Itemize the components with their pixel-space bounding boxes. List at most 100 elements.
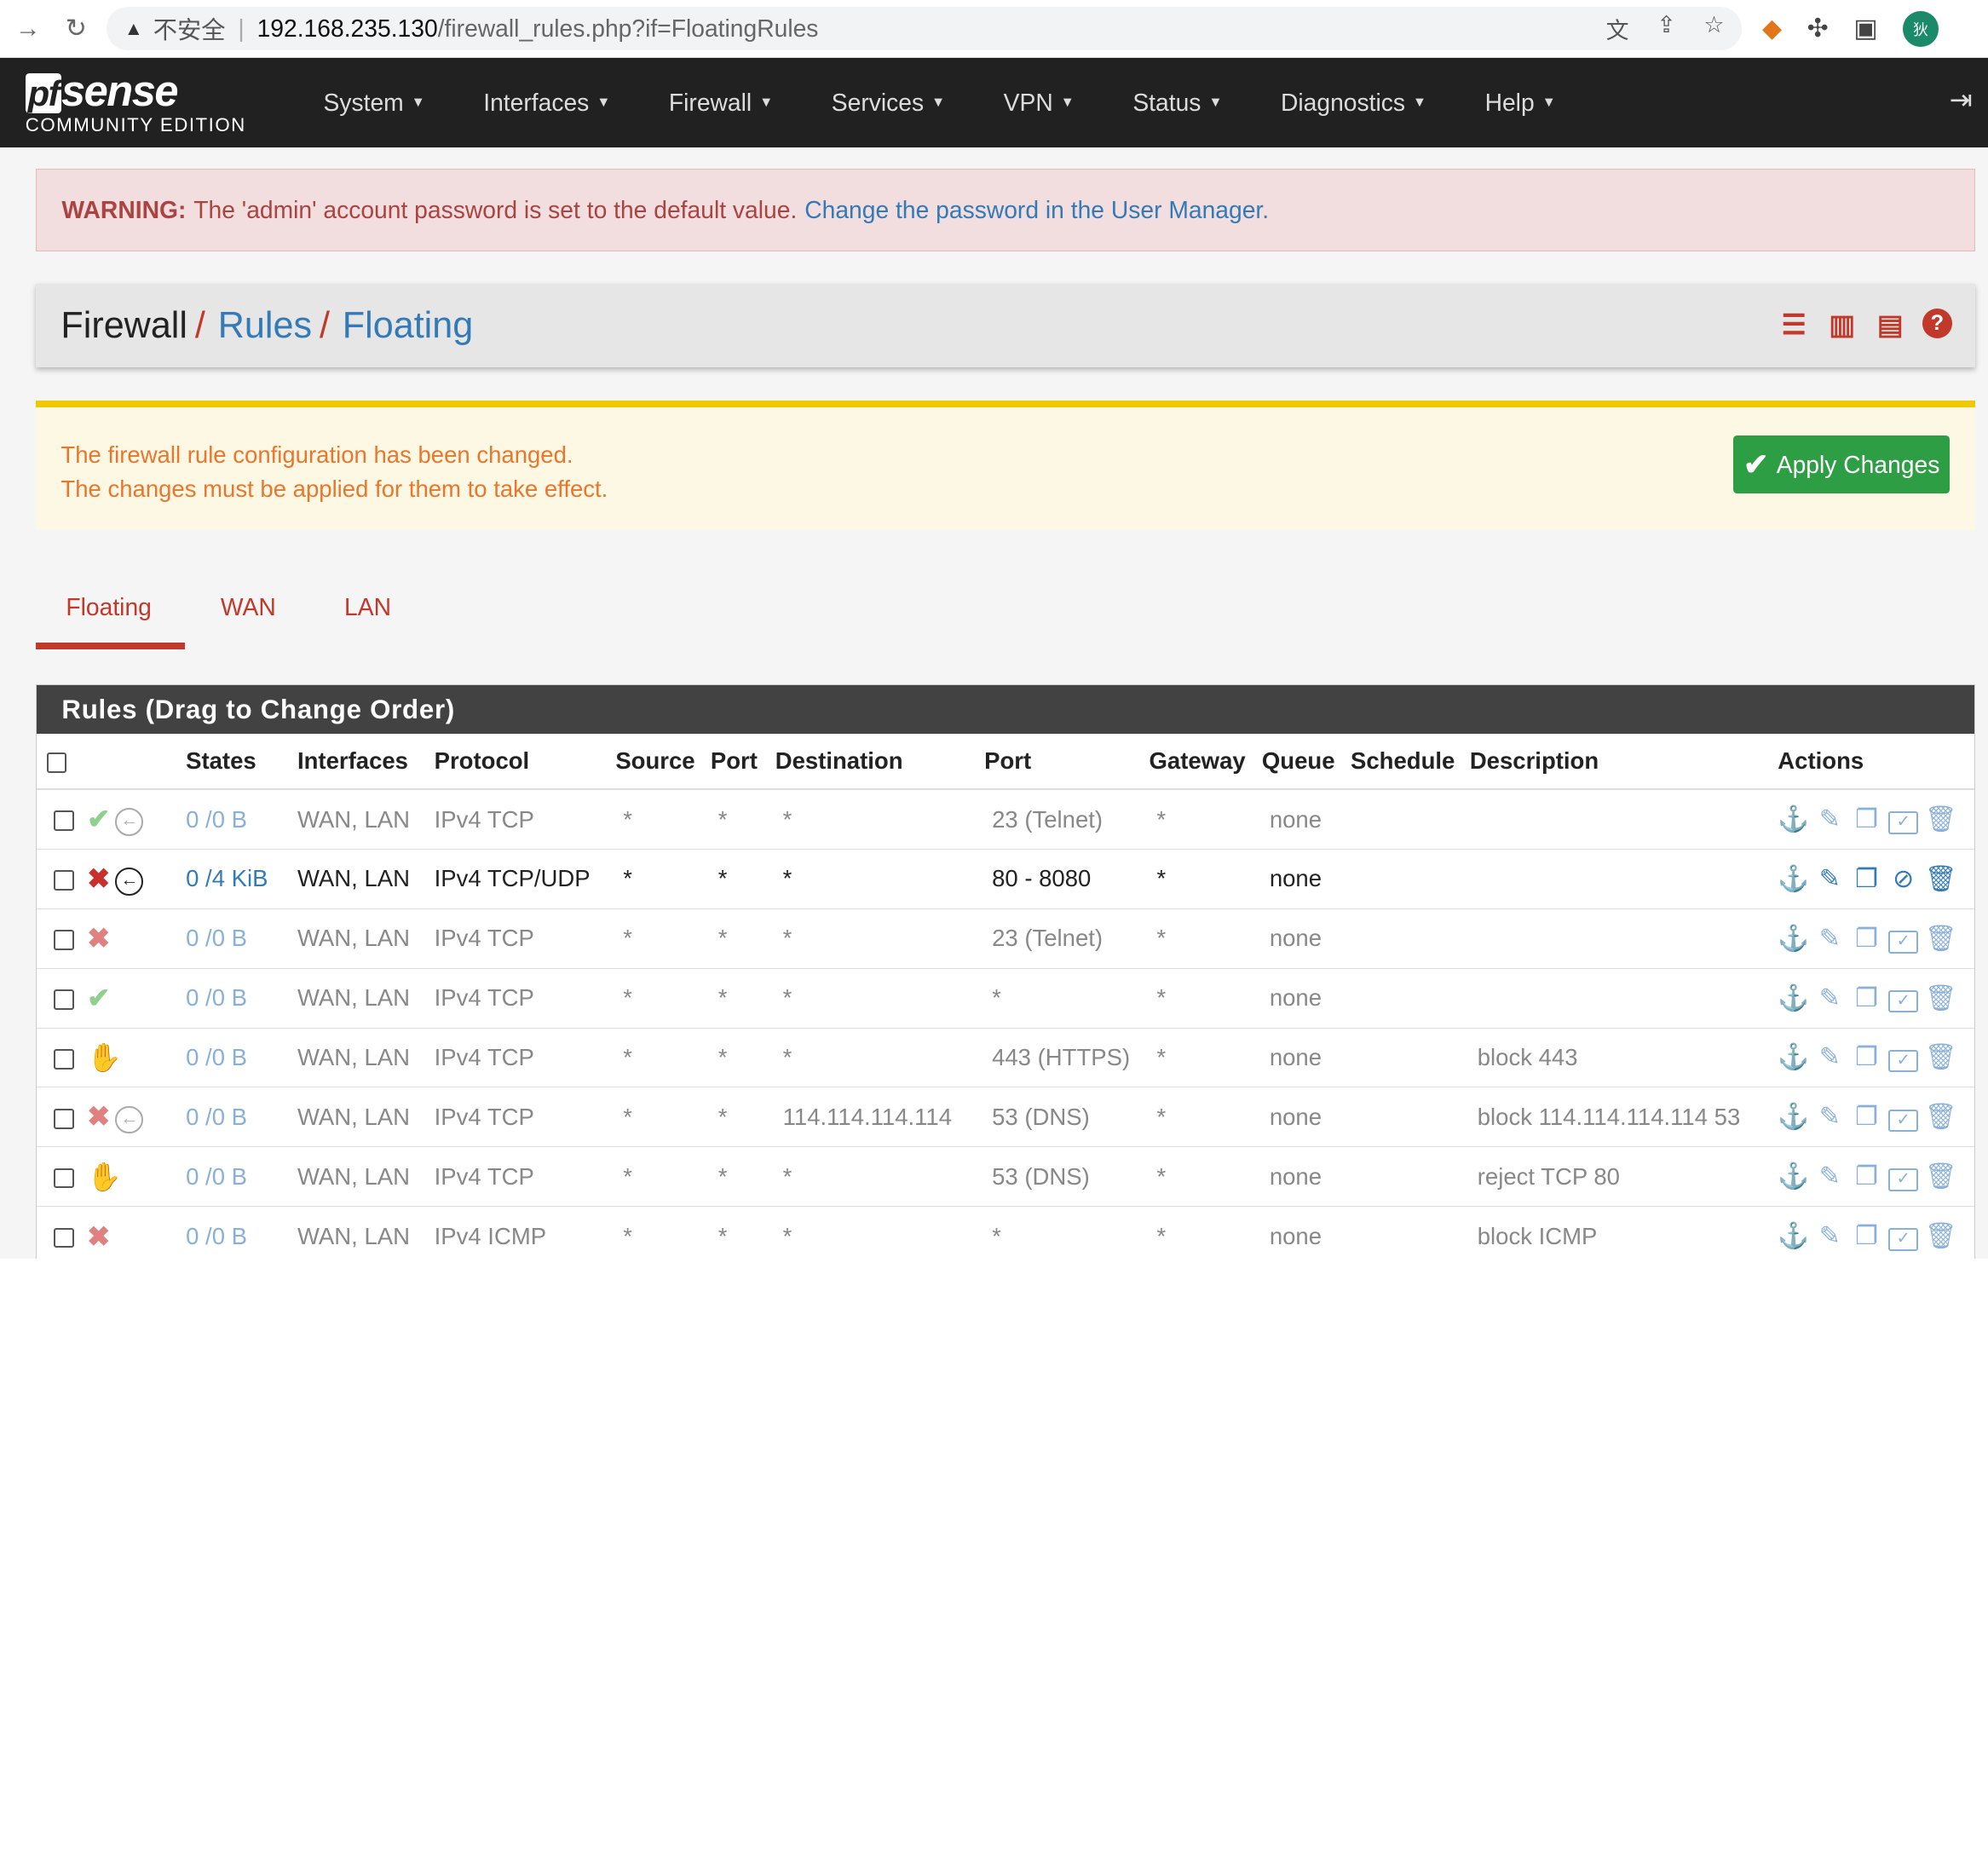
delete-trash-icon[interactable]: 🗑 bbox=[1925, 864, 1957, 894]
tab-floating[interactable]: Floating bbox=[35, 578, 186, 649]
copy-icon[interactable]: ❐ bbox=[1852, 1102, 1882, 1132]
delete-trash-icon[interactable]: 🗑 bbox=[1925, 804, 1957, 834]
logout-icon[interactable]: ⇥ bbox=[1950, 84, 1973, 116]
tab-lan[interactable]: LAN bbox=[306, 578, 421, 649]
side-panel-icon[interactable]: ▣ bbox=[1853, 14, 1877, 43]
row-checkbox[interactable] bbox=[54, 1168, 75, 1189]
disable-icon[interactable]: ⊘ bbox=[1888, 864, 1919, 894]
anchor-icon[interactable]: ⚓ bbox=[1778, 1102, 1809, 1132]
row-checkbox[interactable] bbox=[54, 1108, 75, 1129]
menu-vpn[interactable]: VPN ▼ bbox=[974, 89, 1103, 117]
table-row[interactable]: ✖ ← 0 /4 KiB WAN, LAN IPv4 TCP/UDP * * * 80 - 80… bbox=[36, 849, 1974, 909]
enable-check-icon[interactable]: ✓ bbox=[1887, 804, 1919, 834]
enable-check-icon[interactable]: ✓ bbox=[1887, 924, 1919, 954]
block-x-icon[interactable]: ✖ bbox=[87, 1100, 110, 1132]
security-warning-icon[interactable]: ▲ bbox=[124, 18, 143, 40]
reload-icon[interactable]: ↻ bbox=[58, 11, 94, 47]
enable-check-icon[interactable]: ✓ bbox=[1887, 1162, 1919, 1192]
edit-pencil-icon[interactable]: ✎ bbox=[1814, 1102, 1845, 1132]
select-all-checkbox[interactable] bbox=[46, 752, 67, 773]
breadcrumb-floating-link[interactable]: Floating bbox=[343, 305, 473, 347]
table-row[interactable]: ✖ ← 0 /0 B WAN, LAN IPv4 TCP * * 114.114.114.11… bbox=[36, 1087, 1974, 1148]
breadcrumb-rules-link[interactable]: Rules bbox=[218, 305, 312, 347]
enable-check-icon[interactable]: ✓ bbox=[1887, 1043, 1919, 1073]
block-x-icon[interactable]: ✖ bbox=[87, 922, 110, 954]
translate-icon[interactable]: 文 bbox=[1606, 12, 1629, 45]
url-host[interactable]: 192.168.235.130 bbox=[257, 14, 438, 43]
menu-help[interactable]: Help ▼ bbox=[1455, 89, 1585, 117]
row-checkbox[interactable] bbox=[54, 1227, 75, 1248]
rule-states[interactable]: 0 /0 B bbox=[186, 789, 297, 850]
pass-check-icon[interactable]: ✔ bbox=[87, 982, 110, 1013]
reject-hand-icon[interactable]: ✋ bbox=[87, 1161, 122, 1192]
delete-trash-icon[interactable]: 🗑 bbox=[1925, 924, 1957, 954]
copy-icon[interactable]: ❐ bbox=[1852, 1042, 1882, 1072]
menu-diagnostics[interactable]: Diagnostics ▼ bbox=[1252, 89, 1456, 117]
row-checkbox[interactable] bbox=[54, 810, 75, 832]
pfsense-logo[interactable]: pfsense COMMUNITY EDITION bbox=[25, 69, 246, 136]
row-checkbox[interactable] bbox=[54, 929, 75, 950]
bookmark-star-icon[interactable]: ☆ bbox=[1703, 12, 1724, 45]
edit-pencil-icon[interactable]: ✎ bbox=[1814, 864, 1845, 894]
forward-icon[interactable]: → bbox=[10, 11, 46, 47]
table-row[interactable]: ✔ 0 /0 B WAN, LAN IPv4 TCP * * * * * none ⚓ ✎ ❐ ✓ 🗑 bbox=[36, 968, 1974, 1029]
list-log-icon[interactable]: ▤ bbox=[1874, 308, 1907, 341]
edit-pencil-icon[interactable]: ✎ bbox=[1814, 924, 1845, 954]
delete-trash-icon[interactable]: 🗑 bbox=[1925, 1162, 1957, 1191]
enable-check-icon[interactable]: ✓ bbox=[1887, 1103, 1919, 1133]
edit-pencil-icon[interactable]: ✎ bbox=[1814, 804, 1845, 834]
rule-states[interactable]: 0 /0 B bbox=[186, 908, 297, 969]
edit-pencil-icon[interactable]: ✎ bbox=[1814, 1042, 1845, 1072]
tab-wan[interactable]: WAN bbox=[185, 578, 306, 649]
block-x-icon[interactable]: ✖ bbox=[87, 862, 110, 894]
profile-avatar[interactable]: 狄 bbox=[1903, 10, 1939, 47]
copy-icon[interactable]: ❐ bbox=[1852, 1162, 1882, 1191]
menu-firewall[interactable]: Firewall ▼ bbox=[640, 89, 803, 117]
edit-pencil-icon[interactable]: ✎ bbox=[1814, 1221, 1845, 1251]
anchor-icon[interactable]: ⚓ bbox=[1778, 804, 1809, 834]
reject-hand-icon[interactable]: ✋ bbox=[87, 1041, 122, 1073]
row-checkbox[interactable] bbox=[54, 870, 75, 891]
edit-pencil-icon[interactable]: ✎ bbox=[1814, 1162, 1845, 1191]
delete-trash-icon[interactable]: 🗑 bbox=[1925, 983, 1957, 1013]
copy-icon[interactable]: ❐ bbox=[1852, 924, 1882, 954]
anchor-icon[interactable]: ⚓ bbox=[1778, 1042, 1809, 1072]
rule-states[interactable]: 0 /4 KiB bbox=[186, 849, 297, 909]
help-question-icon[interactable]: ? bbox=[1922, 308, 1953, 339]
edit-pencil-icon[interactable]: ✎ bbox=[1814, 983, 1845, 1013]
metamask-fox-icon[interactable]: ◆ bbox=[1762, 14, 1782, 43]
bar-chart-icon[interactable]: ▥ bbox=[1825, 308, 1858, 341]
insecure-label[interactable]: 不安全 bbox=[153, 11, 226, 46]
change-password-link[interactable]: Change the password in the User Manager. bbox=[804, 196, 1269, 224]
anchor-icon[interactable]: ⚓ bbox=[1778, 1221, 1809, 1251]
apply-changes-button[interactable]: ✔ Apply Changes bbox=[1733, 435, 1951, 494]
rule-states[interactable]: 0 /0 B bbox=[186, 1146, 297, 1208]
table-row[interactable]: ✔ ← 0 /0 B WAN, LAN IPv4 TCP * * * 23 (Telnet) * n… bbox=[36, 789, 1974, 850]
menu-interfaces[interactable]: Interfaces ▼ bbox=[454, 89, 640, 117]
puzzle-extensions-icon[interactable]: ✣ bbox=[1807, 14, 1829, 43]
menu-status[interactable]: Status ▼ bbox=[1103, 89, 1252, 117]
menu-system[interactable]: System ▼ bbox=[294, 89, 454, 117]
table-row[interactable]: ✋ 0 /0 B WAN, LAN IPv4 TCP * * * 443 (HTTPS) * no… bbox=[36, 1028, 1974, 1088]
row-checkbox[interactable] bbox=[54, 1048, 75, 1070]
rule-states[interactable]: 0 /0 B bbox=[186, 1087, 297, 1148]
enable-check-icon[interactable]: ✓ bbox=[1887, 983, 1919, 1013]
rule-states[interactable]: 0 /0 B bbox=[186, 1028, 297, 1088]
enable-check-icon[interactable]: ✓ bbox=[1887, 1221, 1919, 1252]
block-x-icon[interactable]: ✖ bbox=[87, 1220, 110, 1252]
pass-check-icon[interactable]: ✔ bbox=[87, 803, 110, 834]
delete-trash-icon[interactable]: 🗑 bbox=[1925, 1221, 1957, 1251]
delete-trash-icon[interactable]: 🗑 bbox=[1925, 1102, 1957, 1132]
anchor-icon[interactable]: ⚓ bbox=[1778, 864, 1809, 894]
copy-icon[interactable]: ❐ bbox=[1852, 864, 1882, 894]
copy-icon[interactable]: ❐ bbox=[1852, 1221, 1882, 1251]
copy-icon[interactable]: ❐ bbox=[1852, 804, 1882, 834]
share-icon[interactable]: ⇪ bbox=[1657, 12, 1675, 45]
row-checkbox[interactable] bbox=[54, 989, 75, 1010]
table-row[interactable]: ✋ 0 /0 B WAN, LAN IPv4 TCP * * * 53 (DNS) * none r… bbox=[36, 1146, 1974, 1208]
copy-icon[interactable]: ❐ bbox=[1852, 983, 1882, 1013]
anchor-icon[interactable]: ⚓ bbox=[1778, 983, 1809, 1013]
address-bar[interactable]: ▲ 不安全 | 192.168.235.130/firewall_rules.p… bbox=[106, 7, 1743, 50]
delete-trash-icon[interactable]: 🗑 bbox=[1925, 1042, 1957, 1072]
rule-states[interactable]: 0 /0 B bbox=[186, 1206, 297, 1260]
